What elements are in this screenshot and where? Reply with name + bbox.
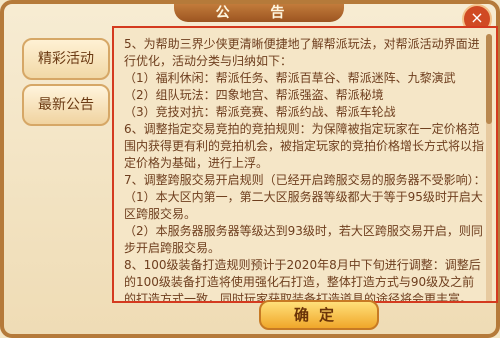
- line-5-2: （2）组队玩法：四象地宫、帮派强盗、帮派秘境: [124, 88, 384, 102]
- scrollbar[interactable]: [486, 34, 492, 301]
- line-7-2: （2）本服务器服务器等级达到93级时，若大区跨服交易开启，则同步开启跨服交易。: [124, 224, 483, 255]
- announcement-content: 5、为帮助三界少侠更清晰便捷地了解帮派玩法，对帮派活动界面进行优化，活动分类与归…: [112, 26, 498, 303]
- announcement-window: 公 告 × 精彩活动 最新公告 5、为帮助三界少侠更清晰便捷地了解帮派玩法，对帮…: [0, 0, 500, 338]
- line-5-1: （1）福利休闲：帮派任务、帮派百草谷、帮派迷阵、九黎演武: [124, 71, 456, 85]
- confirm-button[interactable]: 确定: [259, 300, 379, 330]
- line-7: 7、调整跨服交易开启规则（已经开启跨服交易的服务器不受影响）：: [124, 173, 486, 187]
- line-6: 6、调整指定交易竞拍的竞拍规则：为保障被指定玩家在一定价格范围内获得更有利的竞拍…: [124, 122, 485, 170]
- scroll-thumb[interactable]: [486, 34, 492, 124]
- line-5-3: （3）竞技对抗：帮派竞赛、帮派约战、帮派车轮战: [124, 105, 396, 119]
- window-title: 公 告: [174, 4, 344, 22]
- tab-events[interactable]: 精彩活动: [22, 38, 110, 80]
- line-5: 5、为帮助三界少侠更清晰便捷地了解帮派玩法，对帮派活动界面进行优化，活动分类与归…: [124, 37, 480, 68]
- tab-announcements[interactable]: 最新公告: [22, 84, 110, 126]
- line-7-1: （1）本大区内第一，第二大区服务器等级都大于等于95级时开启大区跨服交易。: [124, 190, 483, 221]
- line-8: 8、100级装备打造规则预计于2020年8月中下旬进行调整：调整后的100级装备…: [124, 258, 481, 303]
